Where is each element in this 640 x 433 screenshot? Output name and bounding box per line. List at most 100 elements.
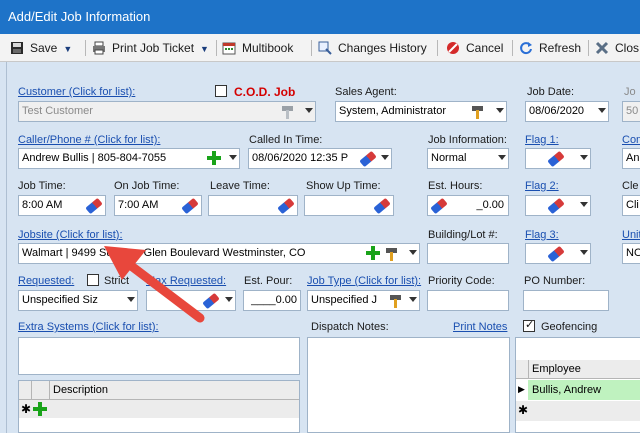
extra-systems-field[interactable] <box>18 337 300 375</box>
cancel-button[interactable]: Cancel <box>446 39 503 57</box>
customer-field[interactable]: Test Customer <box>18 101 316 122</box>
max-requested-field[interactable] <box>146 290 236 311</box>
add-jobsite-icon[interactable] <box>366 246 380 260</box>
hammer-icon[interactable] <box>388 293 404 309</box>
job-info-label: Job Information: <box>428 134 507 146</box>
job-number-label: Jo <box>624 86 636 98</box>
po-number-field[interactable] <box>523 290 609 311</box>
called-in-value: 08/06/2020 12:35 P <box>252 152 349 164</box>
chevron-down-icon[interactable] <box>409 250 417 255</box>
add-row-icon[interactable] <box>33 402 47 416</box>
job-info-field[interactable]: Normal <box>427 148 509 169</box>
chevron-down-icon[interactable] <box>580 250 588 255</box>
show-up-time-label: Show Up Time: <box>306 180 381 192</box>
priority-code-field[interactable] <box>427 290 509 311</box>
magnifier-icon <box>318 41 332 55</box>
strict-label: Strict <box>104 275 130 287</box>
hammer-icon[interactable] <box>384 246 400 262</box>
jobsite-field[interactable]: Walmart | 9499 Summer Glen Boulevard Wes… <box>18 243 420 264</box>
hammer-icon[interactable] <box>470 104 486 120</box>
unit-field[interactable]: NO <box>622 243 640 264</box>
chevron-down-icon[interactable] <box>381 155 389 160</box>
print-job-ticket-label: Print Job Ticket <box>112 41 195 55</box>
printer-icon <box>93 41 105 55</box>
geofencing-checkbox[interactable] <box>523 318 535 332</box>
jobsite-value: Walmart | 9499 Summer Glen Boulevard Wes… <box>22 247 306 259</box>
window-title: Add/Edit Job Information <box>0 0 640 34</box>
job-info-value: Normal <box>431 152 467 164</box>
toolbar-separator <box>85 40 86 56</box>
cancel-label: Cancel <box>466 41 504 55</box>
chevron-down-icon[interactable] <box>580 202 588 207</box>
cod-checkbox[interactable] <box>215 85 227 97</box>
description-grid-header: Description <box>19 381 299 400</box>
chevron-down-icon[interactable] <box>127 297 135 302</box>
requested-value: Unspecified Siz <box>22 294 98 306</box>
refresh-button[interactable]: Refresh <box>519 39 581 57</box>
calendar-icon <box>222 42 236 55</box>
cle-field[interactable]: Cli <box>622 195 640 216</box>
toolbar-separator <box>512 40 513 56</box>
description-new-row[interactable]: ✱ <box>19 400 299 418</box>
job-number-value: 50 <box>626 105 639 117</box>
add-caller-icon[interactable] <box>207 151 221 165</box>
dispatch-notes-label: Dispatch Notes: <box>311 321 389 333</box>
job-type-link[interactable]: Job Type (Click for list): <box>307 275 421 287</box>
dispatch-notes-field[interactable] <box>307 337 510 433</box>
multibook-button[interactable]: Multibook <box>222 39 293 57</box>
unit-value: NO <box>626 247 640 259</box>
job-number-field: 50 <box>622 101 640 122</box>
description-column-header[interactable]: Description <box>53 381 108 399</box>
comp-field[interactable]: And <box>622 148 640 169</box>
chevron-down-icon[interactable] <box>225 297 233 302</box>
chevron-down-icon[interactable] <box>496 108 504 113</box>
chevron-down-icon[interactable] <box>229 155 237 160</box>
table-row[interactable]: ▶ Bullis, Andrew <box>516 380 640 400</box>
max-requested-link[interactable]: Max Requested: <box>146 275 226 287</box>
po-number-label: PO Number: <box>524 275 586 287</box>
customer-link[interactable]: Customer (Click for list): <box>18 86 135 98</box>
unit-link[interactable]: Unit <box>622 229 640 241</box>
chevron-down-icon[interactable] <box>409 297 417 302</box>
description-grid[interactable]: Description ✱ <box>18 380 300 433</box>
est-pour-value: ____0.00 <box>251 294 297 306</box>
employee-grid-header: Employee <box>516 360 640 379</box>
save-button[interactable]: Save ▼ <box>10 39 72 57</box>
est-pour-field[interactable]: ____0.00 <box>243 290 301 311</box>
hammer-icon[interactable] <box>280 104 296 120</box>
toolbar-separator <box>311 40 312 56</box>
employee-grid[interactable]: Employee ▶ Bullis, Andrew ✱ <box>515 337 640 433</box>
employee-new-row[interactable]: ✱ <box>516 401 640 421</box>
multibook-label: Multibook <box>242 41 294 55</box>
flag2-link[interactable]: Flag 2: <box>525 180 559 192</box>
est-hours-label: Est. Hours: <box>428 180 483 192</box>
flag3-link[interactable]: Flag 3: <box>525 229 559 241</box>
job-date-field[interactable]: 08/06/2020 <box>525 101 609 122</box>
caller-link[interactable]: Caller/Phone # (Click for list): <box>18 134 160 146</box>
changes-history-button[interactable]: Changes History <box>318 39 427 57</box>
employee-column-header[interactable]: Employee <box>532 360 581 378</box>
print-notes-link[interactable]: Print Notes <box>453 321 507 333</box>
jobsite-link[interactable]: Jobsite (Click for list): <box>18 229 123 241</box>
sales-agent-value: System, Administrator <box>339 105 446 117</box>
strict-checkbox[interactable] <box>87 274 99 286</box>
save-dropdown-icon[interactable]: ▼ <box>63 40 72 58</box>
geofencing-label: Geofencing <box>541 321 598 333</box>
close-button[interactable]: Clos <box>595 39 639 57</box>
flag1-link[interactable]: Flag 1: <box>525 134 559 146</box>
priority-code-label: Priority Code: <box>428 275 495 287</box>
extra-systems-link[interactable]: Extra Systems (Click for list): <box>18 321 159 333</box>
toolbar-separator <box>437 40 438 56</box>
chevron-down-icon[interactable] <box>598 108 606 113</box>
close-tools-icon <box>595 41 609 55</box>
chevron-down-icon[interactable] <box>305 108 313 113</box>
chevron-down-icon[interactable] <box>580 155 588 160</box>
chevron-down-icon[interactable] <box>498 155 506 160</box>
print-job-ticket-button[interactable]: Print Job Ticket ▼ <box>92 39 209 57</box>
building-lot-field[interactable] <box>427 243 509 264</box>
requested-link[interactable]: Requested: <box>18 275 74 287</box>
requested-field[interactable]: Unspecified Siz <box>18 290 138 311</box>
comp-link[interactable]: Com <box>622 134 640 146</box>
sales-agent-label: Sales Agent: <box>335 86 397 98</box>
print-dropdown-icon[interactable]: ▼ <box>200 40 209 58</box>
